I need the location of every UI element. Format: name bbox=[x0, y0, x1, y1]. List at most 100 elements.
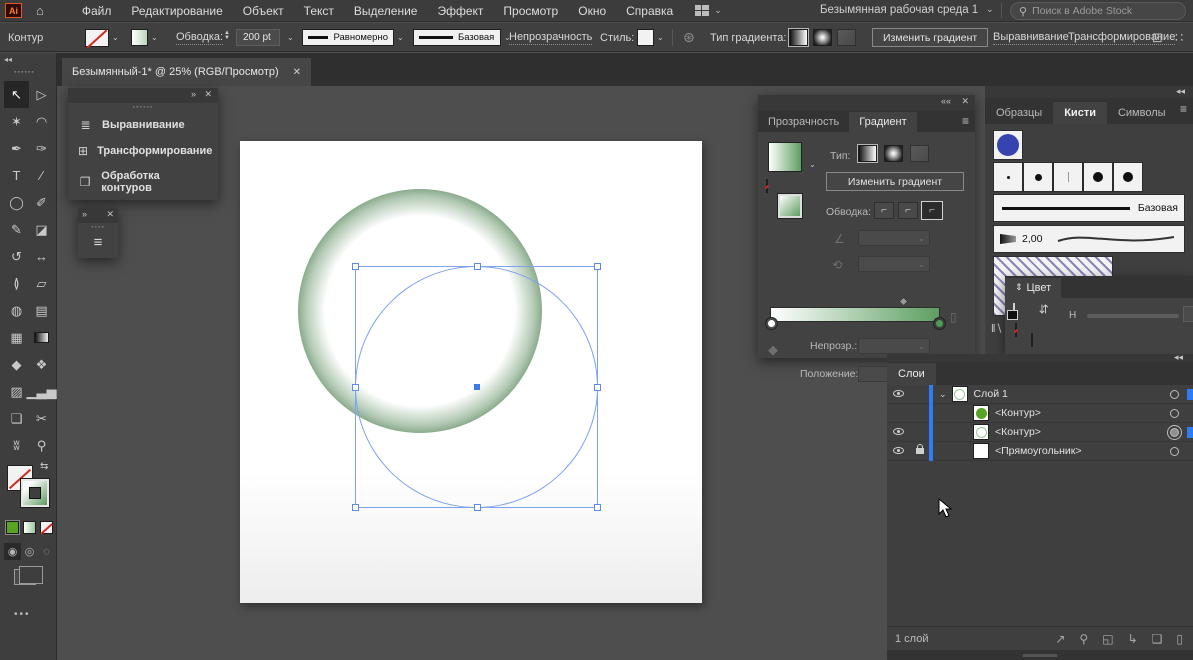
graph-tool[interactable]: ▁▃▅ bbox=[29, 378, 54, 405]
layer-thumbnail[interactable] bbox=[973, 443, 989, 459]
hue-slider[interactable] bbox=[1087, 314, 1179, 318]
menu-item-объект[interactable]: Объект bbox=[233, 1, 294, 21]
edit-gradient-button[interactable]: Изменить градиент bbox=[872, 28, 988, 47]
app-logo-icon[interactable]: Ai bbox=[5, 3, 22, 18]
libraries-icon[interactable]: ‖∖ bbox=[991, 322, 1003, 335]
layer-row[interactable]: <Прямоугольник> bbox=[887, 442, 1193, 461]
visibility-cell[interactable] bbox=[887, 426, 910, 438]
perspective-grid-tool[interactable]: ▤ bbox=[29, 297, 54, 324]
paintbrush-tool[interactable]: ✐ bbox=[29, 189, 54, 216]
fill-none-swatch[interactable] bbox=[1015, 323, 1017, 337]
layer-thumbnail[interactable] bbox=[952, 386, 968, 402]
blend-tool[interactable]: ❖ bbox=[29, 351, 54, 378]
stroke-weight-stepper[interactable]: ▲▼ bbox=[224, 31, 230, 45]
direct-selection-tool[interactable]: ▷ bbox=[29, 81, 54, 108]
workspace-switcher[interactable]: Безымянная рабочая среда 1 bbox=[820, 4, 978, 16]
isolate-selection-icon[interactable]: ⊡ bbox=[1152, 30, 1163, 46]
collapse-icon[interactable]: » bbox=[82, 209, 87, 219]
change-screen-mode-button[interactable] bbox=[14, 569, 36, 585]
selection-handle[interactable] bbox=[352, 384, 359, 391]
stroke-weight-value[interactable]: 200 pt bbox=[236, 29, 280, 46]
color-swatch-button[interactable] bbox=[6, 521, 19, 534]
chevron-down-icon[interactable]: ⌄ bbox=[809, 160, 816, 169]
drag-handle[interactable]: ▪▪▪▪▪▪ bbox=[14, 69, 35, 76]
home-icon[interactable]: ⌂ bbox=[36, 3, 44, 18]
brush-art[interactable]: 2,00 bbox=[993, 225, 1185, 253]
menu-item-просмотр[interactable]: Просмотр bbox=[493, 1, 568, 21]
gradient-midpoint[interactable] bbox=[899, 297, 909, 307]
locate-object-icon[interactable]: ⚲ bbox=[1079, 632, 1088, 646]
target-icon[interactable] bbox=[1170, 428, 1179, 437]
radial-gradient-button[interactable] bbox=[884, 145, 903, 162]
pen-tool[interactable]: ✒ bbox=[4, 135, 29, 162]
layer-label[interactable]: <Контур> bbox=[995, 407, 1041, 419]
ellipse-tool[interactable]: ◯ bbox=[4, 189, 29, 216]
artboard[interactable] bbox=[240, 141, 702, 603]
swap-fill-stroke-icon[interactable]: ⇆ bbox=[1037, 304, 1051, 314]
draw-normal-button[interactable]: ◉ bbox=[4, 543, 21, 560]
eraser-tool[interactable]: ◪ bbox=[29, 216, 54, 243]
stroke-within-button[interactable]: ⌐ bbox=[874, 202, 894, 219]
radial-gradient-button[interactable] bbox=[813, 29, 832, 46]
tab-gradient[interactable]: Градиент bbox=[849, 112, 916, 132]
scale-tool[interactable]: ↔ bbox=[29, 243, 54, 270]
panel-resize-handle[interactable] bbox=[887, 650, 1193, 660]
fill-none-swatch[interactable] bbox=[766, 179, 768, 193]
gradient-swatch-button[interactable] bbox=[23, 521, 36, 534]
free-transform-tool[interactable]: ▱ bbox=[29, 270, 54, 297]
collect-for-export-icon[interactable]: ↗ bbox=[1055, 632, 1065, 646]
layer-label[interactable]: <Прямоугольник> bbox=[995, 445, 1081, 457]
edit-gradient-button[interactable]: Изменить градиент bbox=[826, 172, 964, 191]
document-tab[interactable]: Безымянный-1* @ 25% (RGB/Просмотр) ✕ bbox=[62, 58, 311, 86]
collapse-icon[interactable]: «« bbox=[941, 96, 951, 106]
quick-item-transform[interactable]: ⊞Трансформирование bbox=[68, 138, 218, 164]
collapse-icon[interactable]: ◂◂ bbox=[4, 55, 12, 64]
gradient-stop-green[interactable] bbox=[934, 318, 945, 329]
gradient-thumbnail[interactable] bbox=[768, 142, 802, 172]
selection-center-point[interactable] bbox=[474, 384, 480, 390]
menu-item-эффект[interactable]: Эффект bbox=[427, 1, 493, 21]
draw-behind-button[interactable]: ◎ bbox=[21, 543, 38, 560]
menu-item-текст[interactable]: Текст bbox=[294, 1, 344, 21]
stroke-swatch[interactable] bbox=[1031, 333, 1033, 347]
selection-tool[interactable]: ↖ bbox=[4, 81, 29, 108]
none-swatch-button[interactable] bbox=[40, 521, 53, 534]
collapse-icon[interactable]: ◂◂ bbox=[1176, 86, 1185, 97]
selection-handle[interactable] bbox=[352, 504, 359, 511]
artboard-tool[interactable]: ❏ bbox=[4, 405, 29, 432]
align-link[interactable]: Выравнивание bbox=[993, 31, 1069, 45]
new-layer-icon[interactable]: ❏ bbox=[1152, 632, 1163, 646]
arrange-documents-button[interactable]: ⌄ bbox=[695, 5, 722, 17]
tab-color[interactable]: ⇕ Цвет bbox=[1005, 278, 1061, 298]
shape-builder-tool[interactable]: ◍ bbox=[4, 297, 29, 324]
close-icon[interactable]: ✕ bbox=[204, 89, 212, 100]
shaper-tool[interactable]: ✎ bbox=[4, 216, 29, 243]
gradient-stop-white[interactable] bbox=[766, 318, 777, 329]
edit-toolbar-button[interactable]: ••• bbox=[14, 609, 31, 620]
brush-calligraphic-1[interactable] bbox=[993, 162, 1023, 192]
stroke-weight-label[interactable]: Обводка: bbox=[176, 31, 223, 45]
mesh-tool[interactable]: ▦ bbox=[4, 324, 29, 351]
target-icon[interactable] bbox=[1170, 409, 1179, 418]
draw-inside-button[interactable]: ◌ bbox=[38, 543, 55, 560]
layer-label[interactable]: Слой 1 bbox=[974, 388, 1008, 400]
stroke-across-button[interactable]: ⌐ bbox=[922, 202, 942, 219]
curvature-tool[interactable]: ✑ bbox=[29, 135, 54, 162]
quick-item-align[interactable]: ≣Выравнивание bbox=[68, 112, 218, 138]
fill-stroke-indicator[interactable]: ⇆ bbox=[7, 465, 51, 509]
recolor-artwork-icon[interactable]: ⊛ bbox=[683, 29, 695, 46]
layer-row[interactable]: <Контур> bbox=[887, 404, 1193, 423]
tab-transparency[interactable]: Прозрачность bbox=[758, 112, 849, 132]
brush-calligraphic-4[interactable] bbox=[1083, 162, 1113, 192]
layer-label[interactable]: <Контур> bbox=[995, 426, 1041, 438]
panel-menu-icon[interactable]: ≡ bbox=[1180, 102, 1187, 116]
selection-handle[interactable] bbox=[474, 263, 481, 270]
layer-row[interactable]: ⌄Слой 1 bbox=[887, 385, 1193, 404]
zoom-tool[interactable]: ⚲ bbox=[29, 432, 54, 459]
drag-handle[interactable]: ▪▪▪▪▪▪ bbox=[68, 103, 218, 112]
quick-item-pathfinder[interactable]: ❐Обработка контуров bbox=[68, 164, 218, 200]
selection-handle[interactable] bbox=[594, 263, 601, 270]
menu-item-окно[interactable]: Окно bbox=[568, 1, 616, 21]
freeform-gradient-button[interactable] bbox=[837, 29, 856, 46]
layer-thumbnail[interactable] bbox=[973, 424, 989, 440]
